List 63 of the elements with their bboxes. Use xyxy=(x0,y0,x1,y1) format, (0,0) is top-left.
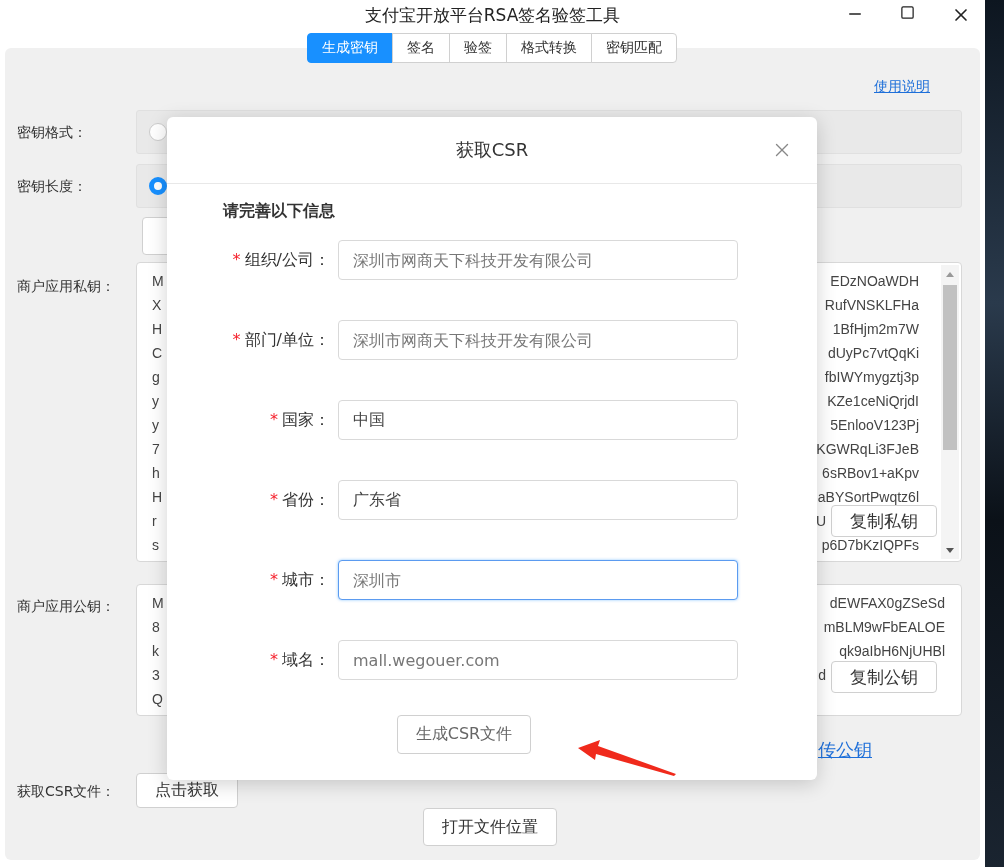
key-text-fragment: dEWFAX0gZSeSd xyxy=(829,594,945,613)
key-text-fragment: 1BfHjm2m7W xyxy=(832,320,919,339)
scroll-bar[interactable] xyxy=(941,265,959,559)
tab[interactable]: 签名 xyxy=(392,33,450,63)
key-text-fragment: h xyxy=(152,464,160,483)
key-text-fragment: RufVNSKLFHa xyxy=(824,296,919,315)
key-text-fragment: KGWRqLi3FJeB xyxy=(816,440,919,459)
key-text-fragment: H xyxy=(152,488,163,507)
help-link[interactable]: 使用说明 xyxy=(874,78,930,110)
open-folder-button[interactable]: 打开文件位置 xyxy=(422,808,557,846)
field-label: 获取CSR文件： xyxy=(17,782,117,801)
key-text-fragment: mBLM9wFbEALOE xyxy=(823,618,945,637)
key-text-fragment: M xyxy=(152,272,164,291)
key-text-fragment: EDzNOaWDH xyxy=(830,272,919,291)
window-title: 支付宝开放平台RSA签名验签工具 xyxy=(364,3,621,27)
key-text-fragment: M xyxy=(152,594,164,613)
dialog-title: 获取CSR xyxy=(455,138,529,162)
field-label: * 域名： xyxy=(270,649,330,671)
key-text-fragment: KZe1ceNiQrjdI xyxy=(827,392,919,411)
key-text-fragment: X xyxy=(152,296,162,315)
key-text-fragment: C xyxy=(152,344,163,363)
key-text-fragment: 6sRBov1+aKpv xyxy=(822,464,919,483)
key-text-fragment: r xyxy=(152,512,157,531)
field-label: * 省份： xyxy=(270,489,330,511)
key-text-fragment: y xyxy=(152,416,159,435)
key-text-fragment: 5EnlooV123Pj xyxy=(830,416,919,435)
field-label: * 部门/单位： xyxy=(232,329,330,351)
input-field[interactable]: 深圳市 xyxy=(338,560,738,600)
field-label: 商户应用公钥： xyxy=(17,597,116,616)
copy-key-button[interactable]: 复制私钥 xyxy=(831,505,937,537)
key-text-fragment: d xyxy=(818,666,826,685)
key-text-fragment: 3 xyxy=(152,666,160,685)
field-label: 密钥长度： xyxy=(17,177,88,196)
key-text-fragment: y xyxy=(152,392,159,411)
key-text-fragment: Q xyxy=(152,690,163,709)
key-text-fragment: p6D7bKzIQPFs xyxy=(821,536,919,555)
section-title: 请完善以下信息 xyxy=(223,201,335,222)
copy-key-button[interactable]: 复制公钥 xyxy=(831,661,937,693)
field-label: * 城市： xyxy=(270,569,330,591)
key-text-fragment: H xyxy=(152,320,163,339)
key-text-fragment: dUyPc7vtQqKi xyxy=(827,344,919,363)
generate-csr-button[interactable]: 生成CSR文件 xyxy=(396,715,532,754)
input-field[interactable]: 中国 xyxy=(338,400,738,440)
key-text-fragment: g xyxy=(152,368,160,387)
key-text-fragment: 8 xyxy=(152,618,160,637)
input-field[interactable]: 广东省 xyxy=(338,480,738,520)
key-text-fragment: aBYSortPwqtz6l xyxy=(817,488,919,507)
key-text-fragment: qk9aIbH6NjUHBl xyxy=(839,642,945,661)
field-label: * 国家： xyxy=(270,409,330,431)
field-label: 密钥格式： xyxy=(17,123,88,142)
key-text-fragment: k xyxy=(152,642,159,661)
key-text-fragment: fbIWYmygztj3p xyxy=(824,368,919,387)
radio-button[interactable] xyxy=(149,123,167,141)
field-label: * 组织/公司： xyxy=(232,249,330,271)
tab[interactable]: 密钥匹配 xyxy=(591,33,677,63)
key-text-fragment: s xyxy=(152,536,159,555)
field-label: 商户应用私钥： xyxy=(17,277,116,296)
upload-public-key-link[interactable]: 传公钥 xyxy=(818,739,872,760)
key-text-fragment: 7 xyxy=(152,440,160,459)
radio-button[interactable] xyxy=(149,177,167,195)
tab[interactable]: 格式转换 xyxy=(506,33,592,63)
key-text-fragment: U xyxy=(815,512,826,531)
tab[interactable]: 验签 xyxy=(449,33,507,63)
